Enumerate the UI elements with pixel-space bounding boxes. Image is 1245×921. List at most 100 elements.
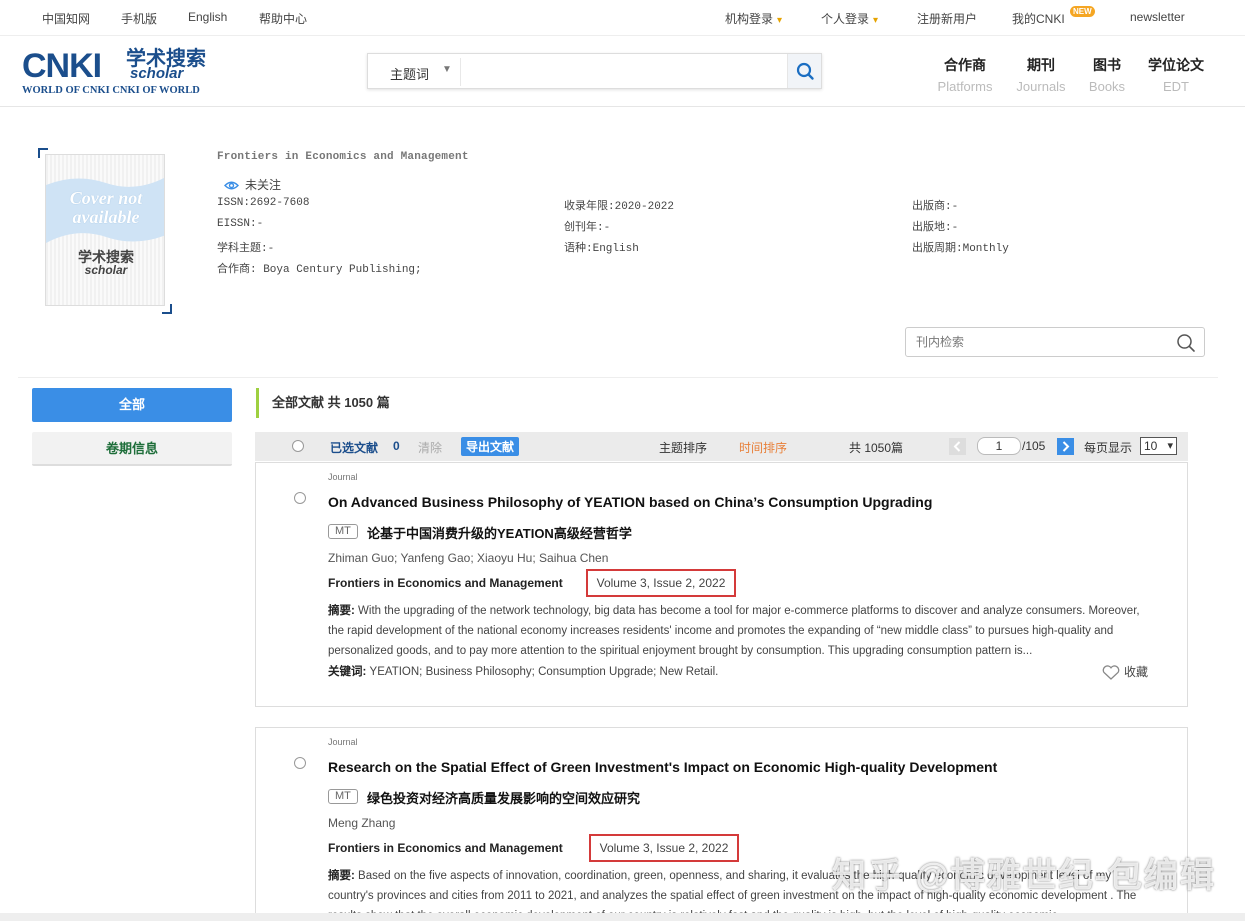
- abstract-label: 摘要:: [328, 605, 355, 617]
- next-page-button[interactable]: [1057, 438, 1074, 455]
- bottom-bar: [0, 913, 1245, 921]
- mobile-link[interactable]: 手机版: [121, 10, 157, 27]
- search-icon: [796, 62, 814, 80]
- article-volume: Volume 3, Issue 2, 2022: [589, 834, 739, 862]
- main-search-box: 主题词 ▼: [367, 53, 822, 89]
- cover-scholar-text: scholar: [84, 263, 128, 277]
- nav-books-en: Books: [1088, 79, 1126, 94]
- inner-search-input[interactable]: [916, 335, 1166, 349]
- export-button[interactable]: 导出文献: [461, 437, 520, 456]
- sort-by-time[interactable]: 时间排序: [739, 439, 787, 456]
- follow-toggle[interactable]: 未关注: [224, 176, 281, 193]
- partner-value: 合作商: Boya Century Publishing;: [217, 264, 422, 276]
- results-toolbar: 已选文献 0 清除 导出文献 主题排序 时间排序 共 1050篇 1 /105 …: [255, 432, 1188, 461]
- nav-platforms-en: Platforms: [937, 79, 993, 94]
- article-authors[interactable]: Zhiman Guo; Yanfeng Gao; Xiaoyu Hu; Saih…: [328, 551, 608, 565]
- follow-label: 未关注: [245, 178, 282, 192]
- institution-login-dropdown[interactable]: 机构登录: [725, 10, 782, 27]
- register-link[interactable]: 注册新用户: [917, 10, 977, 27]
- page-total: /105: [1022, 439, 1046, 453]
- eissn-value: EISSN:-: [217, 218, 264, 230]
- nav-journals-en: Journals: [1016, 79, 1066, 94]
- place-value: 出版地:-: [912, 222, 959, 234]
- favorite-button[interactable]: 收藏: [1102, 663, 1149, 681]
- filter-all-button[interactable]: 全部: [32, 388, 232, 422]
- article-checkbox[interactable]: [294, 757, 306, 769]
- sort-by-topic[interactable]: 主题排序: [659, 439, 707, 456]
- keywords-text: YEATION; Business Philosophy; Consumptio…: [369, 666, 719, 678]
- machine-translation-badge: MT: [328, 789, 358, 804]
- article-title[interactable]: Research on the Spatial Effect of Green …: [328, 759, 997, 775]
- article-type: Journal: [328, 472, 358, 482]
- results-heading: 全部文献 共 1050 篇: [256, 388, 390, 418]
- english-link[interactable]: English: [188, 10, 227, 24]
- cover-text-line2: available: [72, 207, 140, 227]
- favorite-label: 收藏: [1124, 665, 1149, 679]
- article-card: Journal On Advanced Business Philosophy …: [255, 462, 1188, 707]
- cover-placeholder-image: Cover not available 学术搜索 scholar: [45, 154, 165, 306]
- article-title[interactable]: On Advanced Business Philosophy of YEATI…: [328, 494, 932, 510]
- search-divider: [460, 58, 461, 86]
- nav-books-zh: 图书: [1093, 57, 1121, 73]
- page-number-input[interactable]: 1: [977, 437, 1021, 455]
- publisher-value: 出版商:-: [912, 201, 959, 213]
- article-volume: Volume 3, Issue 2, 2022: [586, 569, 736, 597]
- per-page-select[interactable]: 10: [1140, 437, 1177, 455]
- journal-cover: Cover not available 学术搜索 scholar: [38, 148, 172, 314]
- search-field-select[interactable]: 主题词: [390, 64, 429, 83]
- subject-value: 学科主题:-: [217, 243, 275, 255]
- founded-value: 创刊年:-: [564, 222, 611, 234]
- logo-subtitle: WORLD OF CNKI CNKI OF WORLD: [22, 85, 200, 96]
- cover-text-line1: Cover not: [69, 188, 143, 208]
- years-value: 收录年限:2020-2022: [564, 201, 675, 213]
- cnki-scholar-logo[interactable]: CNKI 学术搜索 scholar WORLD OF CNKI CNKI OF …: [22, 49, 222, 99]
- search-icon[interactable]: [1176, 333, 1196, 353]
- journal-title: Frontiers in Economics and Management: [217, 151, 469, 163]
- new-badge: NEW: [1070, 6, 1095, 17]
- article-authors[interactable]: Meng Zhang: [328, 816, 395, 830]
- newsletter-link[interactable]: newsletter: [1130, 10, 1185, 24]
- chevron-down-icon[interactable]: ▼: [442, 64, 452, 75]
- zhihu-watermark: 知乎 @博雅世纪-包编辑: [832, 857, 1216, 895]
- article-title-cn[interactable]: 绿色投资对经济高质量发展影响的空间效应研究: [367, 788, 640, 807]
- nav-edt-en: EDT: [1163, 79, 1189, 94]
- article-type: Journal: [328, 737, 358, 747]
- frequency-value: 出版周期:Monthly: [912, 243, 1009, 255]
- keywords-label: 关键词:: [328, 666, 367, 678]
- cnki-home-link[interactable]: 中国知网: [42, 10, 90, 27]
- nav-platforms[interactable]: 合作商 Platforms: [936, 55, 994, 94]
- nav-journals[interactable]: 期刊 Journals: [1013, 55, 1069, 94]
- nav-journals-zh: 期刊: [1027, 57, 1055, 73]
- article-checkbox[interactable]: [294, 492, 306, 504]
- select-all-checkbox[interactable]: [292, 440, 304, 452]
- nav-edt[interactable]: 学位论文 EDT: [1145, 55, 1207, 94]
- cover-art: [46, 177, 164, 243]
- article-keywords: 关键词: YEATION; Business Philosophy; Consu…: [328, 663, 718, 679]
- logo-scholar-text: scholar: [130, 65, 184, 82]
- issn-value: ISSN:2692-7608: [217, 197, 310, 209]
- per-page-label: 每页显示: [1084, 441, 1133, 455]
- article-source[interactable]: Frontiers in Economics and Management: [328, 576, 563, 590]
- help-link[interactable]: 帮助中心: [259, 10, 307, 27]
- search-input[interactable]: [468, 62, 778, 77]
- eye-icon: [224, 181, 239, 190]
- prev-page-button[interactable]: [949, 438, 966, 455]
- personal-login-dropdown[interactable]: 个人登录: [821, 10, 878, 27]
- clear-button[interactable]: 清除: [418, 439, 442, 456]
- article-source[interactable]: Frontiers in Economics and Management: [328, 841, 563, 855]
- nav-platforms-zh: 合作商: [944, 57, 986, 73]
- total-count: 共 1050篇: [849, 441, 904, 455]
- abstract-label: 摘要:: [328, 870, 355, 882]
- machine-translation-badge: MT: [328, 524, 358, 539]
- heart-icon: [1102, 665, 1120, 681]
- selected-count: 0: [393, 439, 400, 453]
- selected-label: 已选文献: [330, 441, 379, 455]
- article-title-cn[interactable]: 论基于中国消费升级的YEATION高级经营哲学: [367, 523, 632, 542]
- language-value: 语种:English: [564, 243, 639, 255]
- volume-issue-button[interactable]: 卷期信息: [32, 432, 232, 466]
- my-cnki-link[interactable]: 我的CNKI: [1012, 10, 1065, 27]
- nav-edt-zh: 学位论文: [1148, 57, 1204, 73]
- article-abstract: 摘要: With the upgrading of the network te…: [328, 601, 1158, 661]
- nav-books[interactable]: 图书 Books: [1085, 55, 1129, 94]
- search-button[interactable]: [787, 54, 821, 88]
